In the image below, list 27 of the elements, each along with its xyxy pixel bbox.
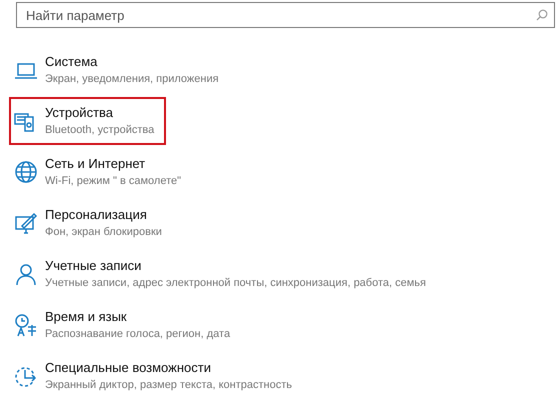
category-description: Распознавание голоса, регион, дата <box>45 327 230 342</box>
settings-category[interactable]: Учетные записи Учетные записи, адрес электронной почты, синхронизация, работа, семья <box>9 250 438 298</box>
settings-category[interactable]: Сеть и Интернет Wi-Fi, режим " в самолете" <box>9 148 194 196</box>
screen-brush-icon <box>14 211 38 235</box>
search-icon <box>536 9 548 21</box>
settings-category[interactable]: Специальные возможности Экранный диктор, размер текста, контрастность <box>9 352 304 400</box>
person-icon <box>14 262 38 286</box>
category-title: Специальные возможности <box>45 359 212 377</box>
settings-category[interactable]: Система Экран, уведомления, приложения <box>9 46 231 94</box>
clock-letter-icon <box>14 313 38 337</box>
category-title: Система <box>45 53 98 71</box>
category-description: Фон, экран блокировки <box>45 225 162 240</box>
category-description: Экранный диктор, размер текста, контрастность <box>45 378 292 393</box>
settings-category[interactable]: Время и язык Распознавание голоса, регион, дата <box>9 301 242 349</box>
settings-category[interactable]: Устройства Bluetooth, устройства <box>9 97 166 145</box>
globe-icon <box>14 160 38 184</box>
settings-category[interactable]: Персонализация Фон, экран блокировки <box>9 199 174 247</box>
category-title: Учетные записи <box>45 257 142 275</box>
category-title: Время и язык <box>45 308 128 326</box>
category-title: Сеть и Интернет <box>45 155 146 173</box>
category-description: Учетные записи, адрес электронной почты, синхронизация, работа, семья <box>45 276 426 291</box>
search-field[interactable]: Найти параметр <box>16 2 555 28</box>
category-title: Устройства <box>45 104 114 122</box>
category-title: Персонализация <box>45 206 148 224</box>
category-description: Wi-Fi, режим " в самолете" <box>45 174 182 189</box>
category-description: Экран, уведомления, приложения <box>45 72 219 87</box>
category-description: Bluetooth, устройства <box>45 123 154 138</box>
